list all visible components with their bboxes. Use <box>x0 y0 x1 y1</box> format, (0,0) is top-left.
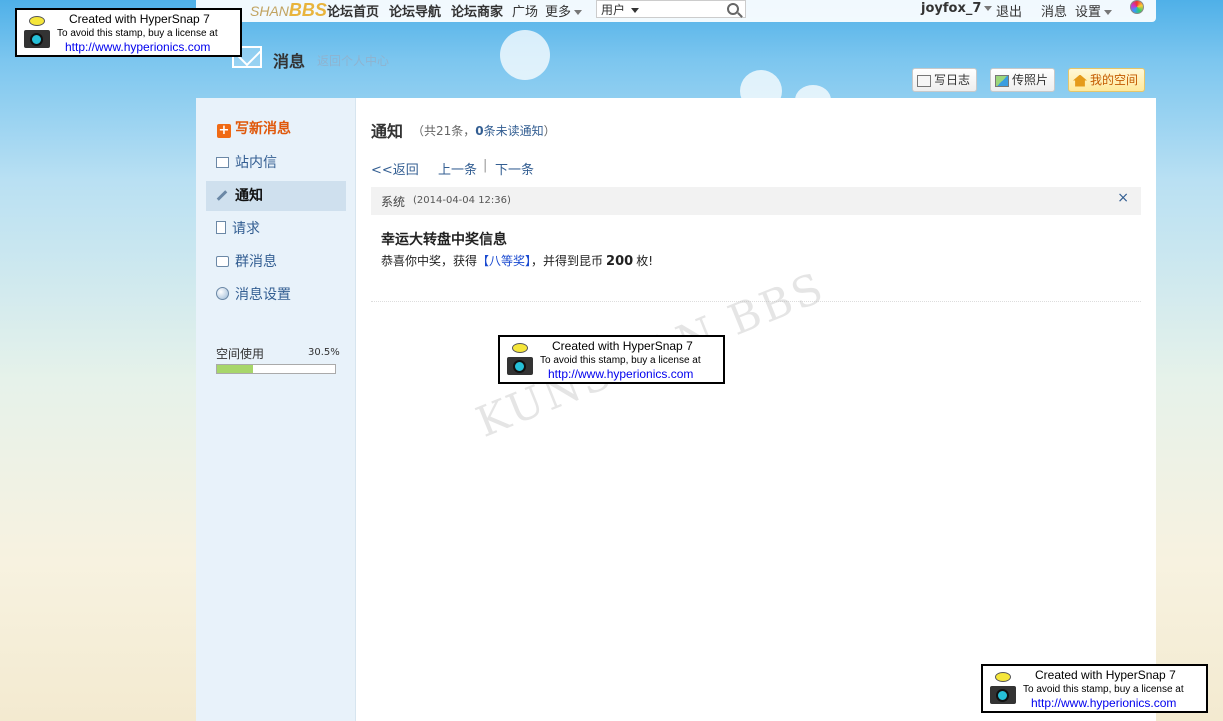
hypersnap-stamp: Created with HyperSnap 7 To avoid this s… <box>15 8 242 57</box>
chevron-down-icon <box>1104 10 1113 15</box>
hypersnap-stamp: Created with HyperSnap 7 To avoid this s… <box>498 335 725 384</box>
unread-count[interactable]: 0 <box>475 124 483 138</box>
stamp-link[interactable]: http://www.hyperionics.com <box>548 367 693 381</box>
search-box[interactable]: 用户 <box>596 0 746 18</box>
nav-separator: | <box>483 158 488 173</box>
notifications-title: 通知 <box>371 122 404 141</box>
my-space-label: 我的空间 <box>1090 73 1139 87</box>
message-header: 系统 (2014-04-04 12:36) × <box>371 187 1141 215</box>
logout-link[interactable]: 退出 <box>996 1 1022 20</box>
chat-icon <box>216 256 229 267</box>
nav-square[interactable]: 广场 <box>512 1 538 20</box>
settings-menu[interactable]: 设置 <box>1075 1 1113 20</box>
theme-color-icon[interactable] <box>1130 0 1144 14</box>
stamp-line-1: Created with HyperSnap 7 <box>69 12 210 26</box>
chevron-down-icon <box>574 10 583 15</box>
sidebar-item-label: 消息设置 <box>235 287 291 303</box>
messages-link[interactable]: 消息 <box>1041 1 1067 20</box>
coin-amount: 200 <box>606 254 634 269</box>
content-panel: + 写新消息 站内信 通知 请求 群消息 消息设置 空间使用 30.5% 通知 （… <box>196 98 1156 721</box>
upload-photo-label: 传照片 <box>1012 73 1049 87</box>
sidebar-item-label: 通知 <box>235 188 263 204</box>
house-icon <box>1073 74 1087 87</box>
sidebar-item-group-messages[interactable]: 群消息 <box>206 247 346 277</box>
search-scope-label: 用户 <box>601 3 626 17</box>
settings-label: 设置 <box>1075 5 1102 20</box>
sidebar-item-notifications[interactable]: 通知 <box>206 181 346 211</box>
body-suffix: 枚! <box>636 254 653 268</box>
username: joyfox_7 <box>921 1 982 16</box>
sidebar-item-inbox[interactable]: 站内信 <box>206 148 346 178</box>
hypersnap-stamp: Created with HyperSnap 7 To avoid this s… <box>981 664 1208 713</box>
logo-brand: BBS <box>288 0 327 20</box>
globe-icon <box>216 287 229 300</box>
camera-icon <box>22 16 52 50</box>
space-usage-label: 空间使用 <box>216 347 265 361</box>
stamp-line-1: Created with HyperSnap 7 <box>1035 668 1176 682</box>
upload-photo-button[interactable]: 传照片 <box>990 68 1056 92</box>
compose-label: 写新消息 <box>235 121 291 137</box>
document-icon <box>216 221 226 234</box>
stamp-line-1: Created with HyperSnap 7 <box>552 339 693 353</box>
logo-prefix: SHAN <box>250 3 289 19</box>
sidebar-item-label: 站内信 <box>235 155 277 171</box>
write-blog-label: 写日志 <box>934 73 971 87</box>
cloud-decoration <box>500 30 550 80</box>
nav-more[interactable]: 更多 <box>545 1 583 20</box>
message-timestamp: (2014-04-04 12:36) <box>413 195 511 206</box>
body-middle: ，并得到昆币 <box>531 254 604 268</box>
page-title: 消息 <box>273 52 306 71</box>
user-menu[interactable]: joyfox_7 <box>921 1 993 16</box>
message-sender: 系统 <box>381 195 406 209</box>
camera-icon <box>988 672 1018 706</box>
nav-forum-home[interactable]: 论坛首页 <box>327 1 379 20</box>
space-usage-percent: 30.5% <box>308 347 340 358</box>
nav-more-label: 更多 <box>545 5 572 20</box>
count-suffix: ） <box>543 124 556 138</box>
count-prefix: （共21条， <box>412 124 476 138</box>
stamp-link[interactable]: http://www.hyperionics.com <box>1031 696 1176 710</box>
space-usage-fill <box>217 365 253 373</box>
site-logo[interactable]: SHANBBS <box>250 0 327 21</box>
next-link[interactable]: 下一条 <box>495 159 534 178</box>
nav-forum-guide[interactable]: 论坛导航 <box>389 1 441 20</box>
search-scope-select[interactable]: 用户 <box>601 1 640 18</box>
search-icon[interactable] <box>727 3 739 15</box>
back-to-personal-center-link[interactable]: 返回个人中心 <box>317 52 389 69</box>
sidebar-item-requests[interactable]: 请求 <box>206 214 346 244</box>
chevron-down-icon <box>984 6 993 11</box>
message-subject: 幸运大转盘中奖信息 <box>381 232 507 248</box>
prize-link[interactable]: 【八等奖】 <box>477 254 531 268</box>
stamp-line-2: To avoid this stamp, buy a license at <box>1023 684 1184 695</box>
notepad-icon <box>917 74 931 87</box>
unread-link[interactable]: 条未读通知 <box>484 124 544 138</box>
previous-link[interactable]: 上一条 <box>438 159 477 178</box>
plus-icon: + <box>217 123 231 138</box>
stamp-line-2: To avoid this stamp, buy a license at <box>57 28 218 39</box>
message-body: 恭喜你中奖，获得【八等奖】，并得到昆币 200 枚! <box>381 252 653 269</box>
space-usage-bar <box>216 364 336 374</box>
camera-icon <box>505 343 535 377</box>
stamp-link[interactable]: http://www.hyperionics.com <box>65 40 210 54</box>
sidebar-item-label: 群消息 <box>235 254 277 270</box>
my-space-button[interactable]: 我的空间 <box>1068 68 1146 92</box>
compose-message-button[interactable]: + 写新消息 <box>217 118 291 138</box>
write-blog-button[interactable]: 写日志 <box>912 68 978 92</box>
pencil-icon <box>216 190 228 201</box>
chevron-down-icon <box>631 8 640 13</box>
picture-icon <box>995 74 1009 87</box>
close-icon[interactable]: × <box>1117 190 1129 206</box>
back-link[interactable]: <<返回 <box>371 159 419 178</box>
notifications-count: （共21条，0条未读通知） <box>412 122 556 139</box>
nav-forum-merchants[interactable]: 论坛商家 <box>451 1 503 20</box>
sidebar-item-message-settings[interactable]: 消息设置 <box>206 280 346 310</box>
body-prefix: 恭喜你中奖，获得 <box>381 254 478 268</box>
mail-icon <box>216 157 229 168</box>
sidebar: + 写新消息 站内信 通知 请求 群消息 消息设置 空间使用 30.5% <box>196 98 356 721</box>
stamp-line-2: To avoid this stamp, buy a license at <box>540 355 701 366</box>
sidebar-item-label: 请求 <box>232 221 260 237</box>
